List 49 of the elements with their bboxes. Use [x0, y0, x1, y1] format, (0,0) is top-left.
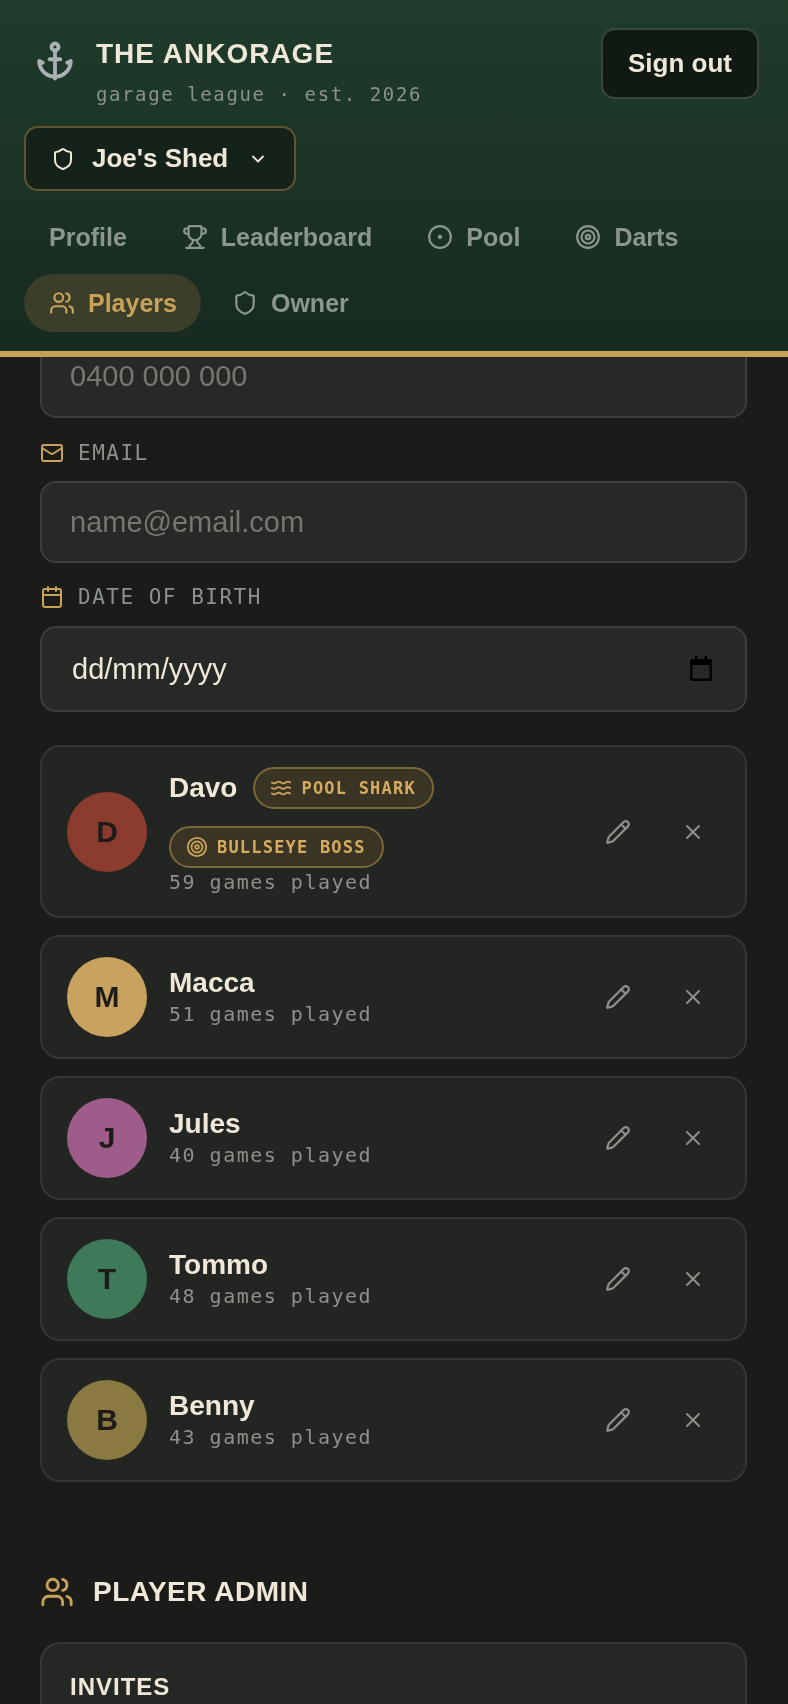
date-field[interactable]: dd/mm/yyyy [40, 626, 747, 712]
player-name: Macca [169, 966, 255, 1000]
player-name: Benny [169, 1389, 255, 1423]
badge-label: BULLSEYE BOSS [217, 837, 366, 857]
users-icon [49, 290, 75, 316]
player-avatar: J [67, 1098, 147, 1178]
player-name: Jules [169, 1107, 241, 1141]
sign-out-button[interactable]: Sign out [601, 28, 759, 99]
target-icon [575, 224, 602, 250]
email-field[interactable]: name@email.com [40, 481, 747, 563]
games-played: 40 games played [169, 1142, 374, 1169]
pencil-icon [605, 1266, 631, 1292]
app-title: THE ANKORAGE [96, 37, 336, 71]
player-avatar: M [67, 957, 147, 1037]
player-avatar: T [67, 1239, 147, 1319]
target-icon [186, 836, 208, 858]
phone-field[interactable]: 0400 000 000 [40, 357, 747, 418]
nav-tab[interactable]: Darts [550, 208, 703, 266]
player-name: Davo [169, 771, 238, 805]
users-icon [40, 1575, 74, 1609]
nav-tab[interactable]: Profile [24, 208, 151, 266]
field-label: EMAIL [78, 441, 149, 465]
nav-tab[interactable]: Owner [206, 274, 373, 332]
nav-tab[interactable]: Leaderboard [156, 208, 397, 266]
games-played: 48 games played [169, 1283, 374, 1310]
pencil-icon [605, 984, 631, 1010]
nav-tab[interactable]: Players [24, 274, 201, 332]
shield-icon [51, 146, 75, 171]
card-title: INVITES [70, 1672, 172, 1702]
trophy-icon [181, 224, 208, 250]
calendar-icon [40, 585, 64, 609]
anchor-icon [34, 40, 76, 82]
games-played: 59 games played [169, 869, 374, 896]
player-avatar: D [67, 791, 147, 872]
pencil-icon [605, 1407, 631, 1433]
app-subtitle: garage league · est. 2026 [96, 82, 422, 106]
badge-label: POOL SHARK [301, 778, 416, 798]
circle-dot-icon [427, 224, 454, 250]
pencil-icon [605, 818, 631, 845]
section-title: PLAYER ADMIN [93, 1575, 309, 1609]
nav-tab[interactable]: Pool [402, 208, 545, 266]
games-played: 43 games played [169, 1424, 374, 1451]
games-played: 51 games played [169, 1001, 374, 1028]
player-name: Tommo [169, 1248, 269, 1282]
pencil-icon [605, 1125, 631, 1151]
player-avatar: B [67, 1380, 147, 1460]
club-selector[interactable]: Joe's Shed [24, 126, 297, 191]
mail-icon [40, 441, 64, 465]
field-label: DATE OF BIRTH [78, 585, 262, 609]
